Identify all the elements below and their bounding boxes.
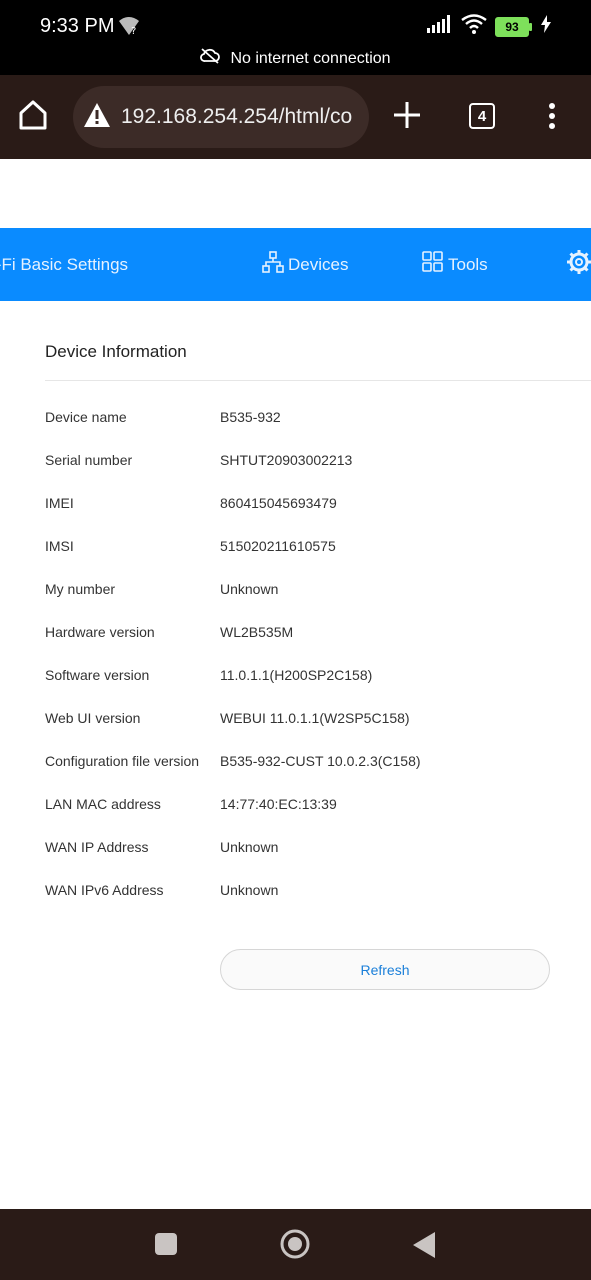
info-value: 11.0.1.1(H200SP2C158) [220,667,373,683]
info-value: SHTUT20903002213 [220,452,353,468]
network-notice: No internet connection [0,48,591,69]
address-bar[interactable]: 192.168.254.254/html/co [73,86,369,148]
info-label: WAN IP Address [45,839,149,855]
info-value: 515020211610575 [220,538,336,554]
gear-icon [566,249,591,280]
info-row-wan-ip-address: WAN IP Address Unknown [45,839,591,859]
nav-tools[interactable]: Tools [422,228,488,301]
section-divider [45,380,591,381]
status-bar: 9:33 PM ? 93 No internet connection [0,0,591,75]
info-value: 14:77:40:EC:13:39 [220,796,337,812]
refresh-button[interactable]: Refresh [220,949,550,990]
info-value: B535-932 [220,409,281,425]
info-label: Device name [45,409,127,425]
wifi-question-icon: ? [118,15,140,42]
info-row-configuration-file-version: Configuration file version B535-932-CUST… [45,753,591,773]
info-value: WEBUI 11.0.1.1(W2SP5C158) [220,710,410,726]
network-notice-text: No internet connection [230,49,391,67]
recents-icon[interactable] [155,1233,177,1260]
info-label: Web UI version [45,710,141,726]
warning-icon[interactable] [83,102,111,133]
info-row-my-number: My number Unknown [45,581,591,601]
home-icon[interactable] [18,99,48,136]
clock: 9:33 PM [40,15,115,37]
nav-settings[interactable] [566,228,591,301]
info-label: Configuration file version [45,753,200,769]
info-label: Serial number [45,452,133,468]
info-row-imsi: IMSI 515020211610575 [45,538,591,558]
nav-wifi-basic-settings[interactable]: i-Fi Basic Settings [0,228,128,301]
tabs-icon[interactable]: 4 [469,103,495,129]
cloud-off-icon [200,48,221,69]
info-row-wan-ipv6-address: WAN IPv6 Address Unknown [45,882,591,902]
signal-icon [427,15,453,38]
info-row-software-version: Software version 11.0.1.1(H200SP2C158) [45,667,591,687]
info-value: Unknown [220,882,279,898]
info-value: Unknown [220,581,279,597]
battery-icon: 93 [495,16,532,37]
info-label: IMEI [45,495,74,511]
charging-icon [541,15,551,38]
info-value: Unknown [220,839,279,855]
info-label: WAN IPv6 Address [45,882,164,898]
info-row-serial-number: Serial number SHTUT20903002213 [45,452,591,472]
info-row-device-name: Device name B535-932 [45,409,591,429]
system-nav-bar [0,1209,591,1280]
nav-devices[interactable]: Devices [262,228,348,301]
router-nav-bar: i-Fi Basic Settings Devices Tools [0,228,591,301]
url-text[interactable]: 192.168.254.254/html/co [121,105,352,129]
info-row-imei: IMEI 860415045693479 [45,495,591,515]
browser-toolbar: 192.168.254.254/html/co 4 [0,75,591,159]
nav-label: Devices [288,254,349,274]
info-label: My number [45,581,116,597]
back-icon[interactable] [413,1232,435,1263]
grid-icon [422,251,444,278]
info-label: Hardware version [45,624,155,640]
wifi-icon [461,14,487,39]
network-icon [262,251,284,278]
info-label: IMSI [45,538,74,554]
info-row-lan-mac-address: LAN MAC address 14:77:40:EC:13:39 [45,796,591,816]
info-row-hardware-version: Hardware version WL2B535M [45,624,591,644]
info-label: Software version [45,667,150,683]
info-value: WL2B535M [220,624,294,640]
plus-icon[interactable] [393,101,421,134]
home-circle-icon[interactable] [280,1229,310,1264]
info-label: LAN MAC address [45,796,161,812]
info-value: B535-932-CUST 10.0.2.3(C158) [220,753,421,769]
info-value: 860415045693479 [220,495,337,511]
nav-label: i-Fi Basic Settings [0,254,129,274]
nav-label: Tools [448,254,488,274]
info-row-web-ui-version: Web UI version WEBUI 11.0.1.1(W2SP5C158) [45,710,591,730]
more-vert-icon[interactable] [548,102,556,135]
section-title: Device Information [45,342,187,361]
status-icons: 93 [427,14,551,39]
svg-text:?: ? [131,26,136,37]
